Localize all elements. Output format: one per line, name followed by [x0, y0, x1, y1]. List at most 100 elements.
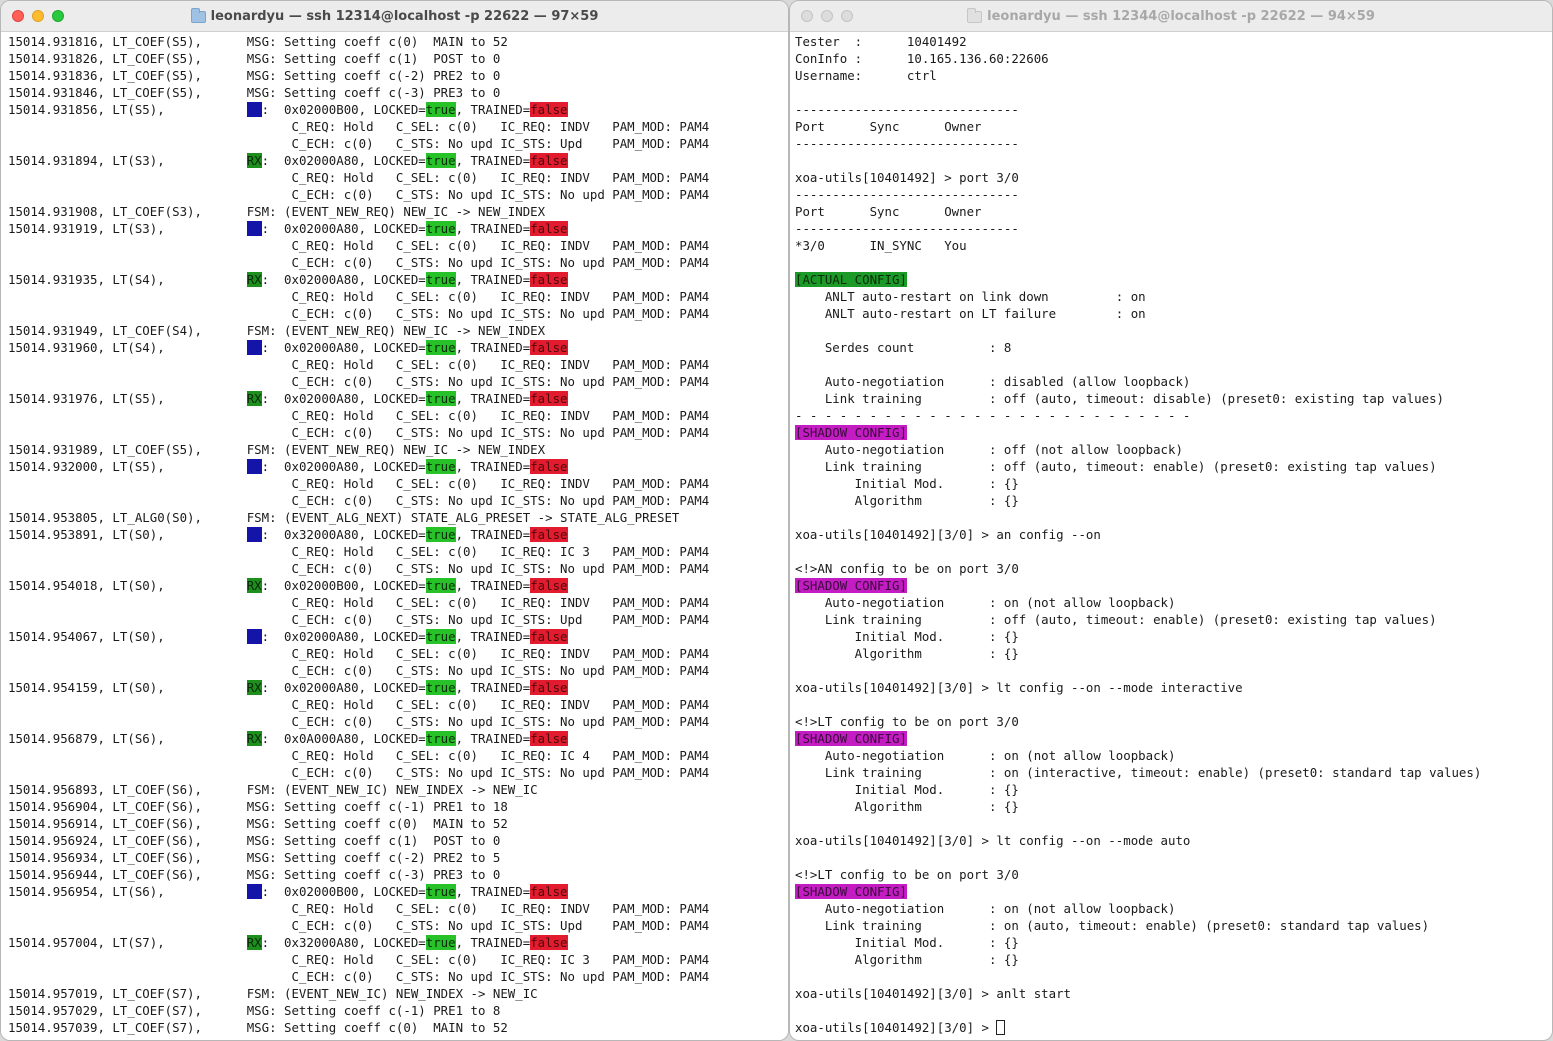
folder-icon — [967, 7, 983, 23]
line-text: C_REQ: Hold C_SEL: c(0) IC_REQ: IC 3 PAM… — [8, 952, 710, 967]
line-text: , TRAINED= — [455, 272, 531, 287]
line-text: Algorithm : {} — [795, 799, 1019, 814]
terminal-window-left[interactable]: leonardyu — ssh 12314@localhost -p 22622… — [0, 0, 789, 1041]
line-text: Link training : on (auto, timeout: enabl… — [795, 918, 1430, 933]
terminal-line: <!>LT config to be on port 3/0 — [795, 866, 1552, 883]
terminal-window-right[interactable]: leonardyu — ssh 12344@localhost -p 22622… — [789, 0, 1553, 1041]
terminal-line: C_ECH: c(0) C_STS: No upd IC_STS: No upd… — [8, 254, 788, 271]
terminal-line: Username: ctrl — [795, 67, 1552, 84]
terminal-line: 15014.957029, LT_COEF(S7), MSG: Setting … — [8, 1002, 788, 1019]
line-text: ConInfo : 10.165.136.60:22606 — [795, 51, 1049, 66]
terminal-line: C_ECH: c(0) C_STS: No upd IC_STS: No upd… — [8, 424, 788, 441]
line-text: C_REQ: Hold C_SEL: c(0) IC_REQ: INDV PAM… — [8, 408, 710, 423]
line-text: : 0x02000B00, LOCKED= — [261, 884, 426, 899]
terminal-line: Tester : 10401492 — [795, 33, 1552, 50]
terminal-line: Link training : off (auto, timeout: enab… — [795, 611, 1552, 628]
line-text: 15014.957004, LT(S7), — [8, 935, 247, 950]
terminal-line: 15014.931960, LT(S4), TX: 0x02000A80, LO… — [8, 339, 788, 356]
line-text: , TRAINED= — [455, 731, 531, 746]
line-text: Port Sync Owner — [795, 119, 982, 134]
terminal-output[interactable]: 15014.931816, LT_COEF(S5), MSG: Setting … — [8, 33, 788, 1040]
line-text: 15014.954159, LT(S0), — [8, 680, 247, 695]
line-text: xoa-utils[10401492] > port 3/0 — [795, 170, 1019, 185]
line-text: <!>LT config to be on port 3/0 — [795, 714, 1019, 729]
terminal-line: Algorithm : {} — [795, 645, 1552, 662]
line-text: C_REQ: Hold C_SEL: c(0) IC_REQ: INDV PAM… — [8, 595, 710, 610]
locked-true-badge: true — [425, 527, 456, 542]
terminal-line: 15014.931919, LT(S3), TX: 0x02000A80, LO… — [8, 220, 788, 237]
shadow-config-header: [SHADOW CONFIG] — [795, 425, 907, 440]
terminal-line: *3/0 IN_SYNC You — [795, 237, 1552, 254]
line-text: 15014.956893, LT_COEF(S6), FSM: (EVENT_N… — [8, 782, 538, 797]
terminal-line: 15014.931976, LT(S5), RX: 0x02000A80, LO… — [8, 390, 788, 407]
terminal-line: C_REQ: Hold C_SEL: c(0) IC_REQ: INDV PAM… — [8, 900, 788, 917]
line-text: , TRAINED= — [455, 102, 531, 117]
tx-badge: TX — [246, 102, 262, 117]
terminal-line: C_REQ: Hold C_SEL: c(0) IC_REQ: INDV PAM… — [8, 356, 788, 373]
line-text: Link training : on (interactive, timeout… — [795, 765, 1482, 780]
rx-badge: RX — [246, 731, 262, 746]
line-text: Initial Mod. : {} — [795, 476, 1019, 491]
line-text: : 0x02000A80, LOCKED= — [261, 680, 426, 695]
line-text: <!>AN config to be on port 3/0 — [795, 561, 1019, 576]
terminal-line: 15014.931935, LT(S4), RX: 0x02000A80, LO… — [8, 271, 788, 288]
line-text: Link training : off (auto, timeout: enab… — [795, 459, 1437, 474]
terminal-line: Initial Mod. : {} — [795, 781, 1552, 798]
terminal-line: xoa-utils[10401492][3/0] > anlt start — [795, 985, 1552, 1002]
line-text: <!>LT config to be on port 3/0 — [795, 867, 1019, 882]
title-bar[interactable]: leonardyu — ssh 12344@localhost -p 22622… — [790, 1, 1552, 32]
terminal-line: 15014.931836, LT_COEF(S5), MSG: Setting … — [8, 67, 788, 84]
line-text: ANLT auto-restart on link down : on — [795, 289, 1146, 304]
line-text: 15014.953891, LT(S0), — [8, 527, 247, 542]
terminal-line: 15014.956904, LT_COEF(S6), MSG: Setting … — [8, 798, 788, 815]
terminal-line: 15014.956879, LT(S6), RX: 0x0A000A80, LO… — [8, 730, 788, 747]
line-text: , TRAINED= — [455, 935, 531, 950]
terminal-line: [SHADOW CONFIG] — [795, 730, 1552, 747]
line-text: 15014.956879, LT(S6), — [8, 731, 247, 746]
terminal-line: 15014.957039, LT_COEF(S7), MSG: Setting … — [8, 1019, 788, 1036]
terminal-line: C_REQ: Hold C_SEL: c(0) IC_REQ: INDV PAM… — [8, 237, 788, 254]
terminal-line: 15014.954018, LT(S0), RX: 0x02000B00, LO… — [8, 577, 788, 594]
terminal-line: 15014.956893, LT_COEF(S6), FSM: (EVENT_N… — [8, 781, 788, 798]
line-text: 15014.931976, LT(S5), — [8, 391, 247, 406]
line-text: C_ECH: c(0) C_STS: No upd IC_STS: No upd… — [8, 969, 710, 984]
folder-icon — [190, 7, 206, 23]
trained-false-badge: false — [530, 578, 568, 593]
terminal-line: Link training : off (auto, timeout: disa… — [795, 390, 1552, 407]
terminal-line: C_ECH: c(0) C_STS: No upd IC_STS: No upd… — [8, 560, 788, 577]
line-text: : 0x32000A80, LOCKED= — [261, 527, 426, 542]
terminal-line: C_ECH: c(0) C_STS: No upd IC_STS: No upd… — [8, 305, 788, 322]
text-cursor — [996, 1020, 1006, 1035]
line-text: ------------------------------ — [795, 221, 1019, 236]
line-text: 15014.956934, LT_COEF(S6), MSG: Setting … — [8, 850, 501, 865]
locked-true-badge: true — [425, 221, 456, 236]
line-text: Initial Mod. : {} — [795, 629, 1019, 644]
terminal-line: [SHADOW CONFIG] — [795, 577, 1552, 594]
title-bar[interactable]: leonardyu — ssh 12314@localhost -p 22622… — [1, 1, 788, 32]
line-text: 15014.956924, LT_COEF(S6), MSG: Setting … — [8, 833, 501, 848]
line-text: C_ECH: c(0) C_STS: No upd IC_STS: Upd PA… — [8, 918, 710, 933]
terminal-line: C_REQ: Hold C_SEL: c(0) IC_REQ: IC 3 PAM… — [8, 543, 788, 560]
line-text: : 0x02000A80, LOCKED= — [261, 340, 426, 355]
trained-false-badge: false — [530, 102, 568, 117]
line-text: C_ECH: c(0) C_STS: No upd IC_STS: No upd… — [8, 561, 710, 576]
trained-false-badge: false — [530, 391, 568, 406]
terminal-output[interactable]: Tester : 10401492 ConInfo : 10.165.136.60… — [795, 33, 1552, 1040]
terminal-line: Port Sync Owner — [795, 118, 1552, 135]
line-text: , TRAINED= — [455, 391, 531, 406]
terminal-line: 15014.931949, LT_COEF(S4), FSM: (EVENT_N… — [8, 322, 788, 339]
rx-badge: RX — [246, 153, 262, 168]
terminal-line: ------------------------------ — [795, 135, 1552, 152]
locked-true-badge: true — [425, 272, 456, 287]
locked-true-badge: true — [425, 680, 456, 695]
terminal-line: 15014.931856, LT(S5), TX: 0x02000B00, LO… — [8, 101, 788, 118]
line-text: 15014.931816, LT_COEF(S5), MSG: Setting … — [8, 34, 508, 49]
line-text: 15014.931894, LT(S3), — [8, 153, 247, 168]
terminal-line: Port Sync Owner — [795, 203, 1552, 220]
terminal-line: <!>LT config to be on port 3/0 — [795, 713, 1552, 730]
terminal-line: C_ECH: c(0) C_STS: No upd IC_STS: No upd… — [8, 968, 788, 985]
